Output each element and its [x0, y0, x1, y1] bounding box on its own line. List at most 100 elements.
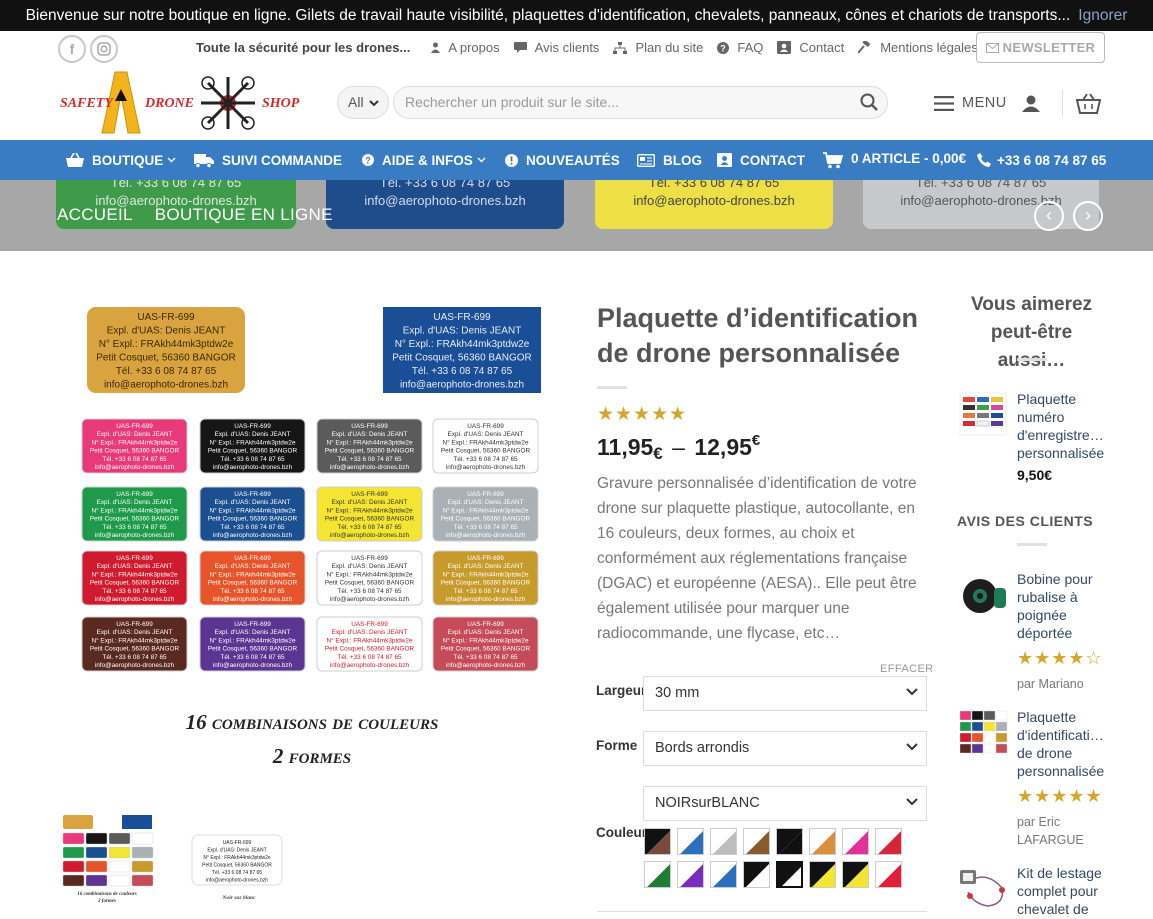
- svg-text:info@aerophoto-drones.bzh: info@aerophoto-drones.bzh: [95, 532, 175, 539]
- nav-cart[interactable]: 0 ARTICLE - 0,00€: [823, 140, 966, 180]
- color-swatch[interactable]: [710, 828, 737, 855]
- product-thumbnail-2[interactable]: UAS-FR-699 Expl. d'UAS: Denis JEANT N° Exp…: [189, 811, 284, 906]
- notice-bar: Bienvenue sur notre boutique en ligne. G…: [0, 0, 1153, 31]
- top-link-avis[interactable]: Avis clients: [513, 40, 599, 55]
- banner-plate: Tél. +33 6 08 74 87 65 info@aerophoto-dro…: [326, 180, 564, 229]
- review-product-link[interactable]: Kit de lestage complet pour chevalet de: [1017, 864, 1109, 918]
- svg-text:Expl. d'UAS: Denis JEANT: Expl. d'UAS: Denis JEANT: [332, 629, 408, 636]
- slider-next-button[interactable]: ›: [1073, 201, 1103, 231]
- color-swatch[interactable]: [743, 828, 770, 855]
- top-link-mentions[interactable]: Mentions légales: [858, 40, 978, 55]
- top-bar: f Toute la sécurité pour les drones... A…: [0, 31, 1153, 65]
- color-swatch[interactable]: [644, 828, 671, 855]
- shop-basket-icon: [66, 153, 84, 167]
- svg-text:Tél. +33 6 08 74 87 65: Tél. +33 6 08 74 87 65: [212, 870, 262, 876]
- basket-icon[interactable]: [1075, 92, 1101, 114]
- nav-boutique[interactable]: BOUTIQUE: [66, 140, 184, 180]
- newsletter-button[interactable]: NEWSLETTER: [976, 32, 1105, 63]
- review-product-image[interactable]: [958, 864, 1008, 914]
- svg-text:UAS-FR-699: UAS-FR-699: [351, 423, 388, 430]
- facebook-icon[interactable]: f: [58, 35, 86, 63]
- sidebar-divider: [1017, 543, 1047, 546]
- product-title: Plaquette d’identification de drone pers…: [597, 303, 919, 368]
- color-swatch[interactable]: [875, 861, 902, 888]
- breadcrumb-accueil[interactable]: ACCUEIL: [57, 205, 133, 224]
- top-link-faq[interactable]: ? FAQ: [717, 40, 763, 55]
- related-products-title: Vous aimerez peut-être aussi…: [970, 294, 1093, 371]
- top-link-contact[interactable]: Contact: [777, 40, 844, 55]
- search-input[interactable]: Rechercher un produit sur le site...: [393, 86, 888, 119]
- svg-text:N° Expl.: FRAkh44mk3ptdw2e: N° Expl.: FRAkh44mk3ptdw2e: [91, 570, 177, 578]
- largeur-label: Largeur: [596, 683, 647, 698]
- newsletter-label: NEWSLETTER: [1002, 40, 1096, 55]
- nav-aide-infos[interactable]: ? AIDE & INFOS: [362, 140, 494, 180]
- svg-text:N° Expl.: FRAkh44mk3ptdw2e: N° Expl.: FRAkh44mk3ptdw2e: [209, 636, 295, 644]
- variations-divider: [597, 911, 927, 912]
- account-icon[interactable]: [1021, 95, 1040, 112]
- review-product-link[interactable]: Bobine pour rubalise à poignée déportée: [1017, 570, 1109, 642]
- svg-text:UAS-FR-699: UAS-FR-699: [116, 423, 153, 430]
- reset-variations-link[interactable]: EFFACER: [880, 663, 934, 675]
- review-product-image[interactable]: [958, 707, 1008, 757]
- svg-text:UAS-FR-699: UAS-FR-699: [223, 840, 252, 846]
- review-product-image[interactable]: [958, 570, 1008, 620]
- product-main-image[interactable]: UAS-FR-699 Expl. d'UAS: Denis JEANT N° Exp…: [57, 281, 567, 791]
- color-swatch[interactable]: [743, 861, 770, 888]
- hamburger-icon: [934, 95, 954, 111]
- phone-icon: [977, 153, 991, 167]
- largeur-select[interactable]: 30 mm: [643, 676, 927, 711]
- nav-contact[interactable]: CONTACT: [717, 140, 805, 180]
- color-swatch[interactable]: [644, 861, 671, 888]
- top-nav: Toute la sécurité pour les drones... A p…: [196, 40, 985, 55]
- category-select[interactable]: All: [337, 86, 389, 119]
- color-swatch[interactable]: [875, 828, 902, 855]
- svg-text:info@aerophoto-drones.bzh: info@aerophoto-drones.bzh: [104, 380, 228, 391]
- top-link-apropos[interactable]: A propos: [431, 40, 500, 55]
- search-icon[interactable]: [860, 93, 878, 111]
- question-icon: ?: [362, 154, 374, 166]
- svg-text:Petit Cosquet, 56360 BANGOR: Petit Cosquet, 56360 BANGOR: [208, 646, 298, 653]
- color-swatch[interactable]: [677, 828, 704, 855]
- svg-text:Expl. d'UAS: Denis JEANT: Expl. d'UAS: Denis JEANT: [215, 629, 291, 636]
- logo-word-1: SAFETY: [60, 96, 114, 111]
- category-value: All: [348, 94, 364, 110]
- top-link-plan[interactable]: Plan du site: [613, 40, 703, 55]
- svg-text:UAS-FR-699: UAS-FR-699: [234, 555, 271, 562]
- product-thumbnail-1[interactable]: 16 combinaisons de couleurs 2 formes: [60, 811, 155, 906]
- related-product-link[interactable]: Plaquette numéro d'enregistre… personnal…: [1017, 390, 1109, 462]
- svg-text:Expl. d'UAS: Denis JEANT: Expl. d'UAS: Denis JEANT: [215, 499, 291, 506]
- slider-prev-button[interactable]: ‹: [1034, 201, 1064, 231]
- svg-text:Petit Cosquet, 56360 BANGOR: Petit Cosquet, 56360 BANGOR: [325, 646, 415, 653]
- product-rating-stars[interactable]: ★★★★★: [597, 403, 687, 426]
- forme-select[interactable]: Bords arrondis: [643, 731, 927, 766]
- menu-button[interactable]: MENU: [934, 95, 1007, 111]
- color-swatch[interactable]: [677, 861, 704, 888]
- notice-dismiss-link[interactable]: Ignorer: [1078, 7, 1127, 24]
- chevron-down-icon: [906, 688, 918, 696]
- breadcrumb-boutique[interactable]: BOUTIQUE EN LIGNE: [155, 205, 333, 224]
- nav-phone[interactable]: +33 6 08 74 87 65: [977, 140, 1106, 180]
- svg-text:Expl. d'UAS: Denis JEANT: Expl. d'UAS: Denis JEANT: [97, 563, 173, 570]
- related-product-image[interactable]: [958, 389, 1008, 439]
- color-swatch[interactable]: [809, 861, 836, 888]
- svg-text:Petit Cosquet, 56360 BANGOR: Petit Cosquet, 56360 BANGOR: [392, 353, 532, 364]
- nav-nouveautes[interactable]: NOUVEAUTÉS: [505, 140, 620, 180]
- svg-text:?: ?: [721, 43, 727, 53]
- color-swatch[interactable]: [842, 828, 869, 855]
- color-swatch[interactable]: [776, 861, 803, 888]
- site-logo[interactable]: SAFETY DRONE SHOP: [58, 69, 308, 135]
- header-actions: MENU: [934, 90, 1101, 116]
- svg-text:info@aerophoto-drones.bzh: info@aerophoto-drones.bzh: [95, 596, 175, 603]
- color-swatch[interactable]: [842, 861, 869, 888]
- review-product-link[interactable]: Plaquette d'identificati… de drone perso…: [1017, 708, 1109, 780]
- nav-suivi-commande[interactable]: SUIVI COMMANDE: [194, 140, 342, 180]
- couleur-select[interactable]: NOIRsurBLANC: [643, 786, 927, 821]
- color-swatch[interactable]: [809, 828, 836, 855]
- nav-blog[interactable]: BLOG: [637, 140, 702, 180]
- svg-text:N° Expl.: FRAkh44mk3ptdw2e: N° Expl.: FRAkh44mk3ptdw2e: [99, 339, 234, 350]
- instagram-icon[interactable]: [90, 35, 118, 63]
- svg-text:Petit Cosquet, 56360 BANGOR: Petit Cosquet, 56360 BANGOR: [90, 448, 180, 455]
- color-swatch[interactable]: [710, 861, 737, 888]
- color-swatch[interactable]: [776, 828, 803, 855]
- svg-text:Tél. +33 6 08 74 87 65: Tél. +33 6 08 74 87 65: [220, 654, 285, 661]
